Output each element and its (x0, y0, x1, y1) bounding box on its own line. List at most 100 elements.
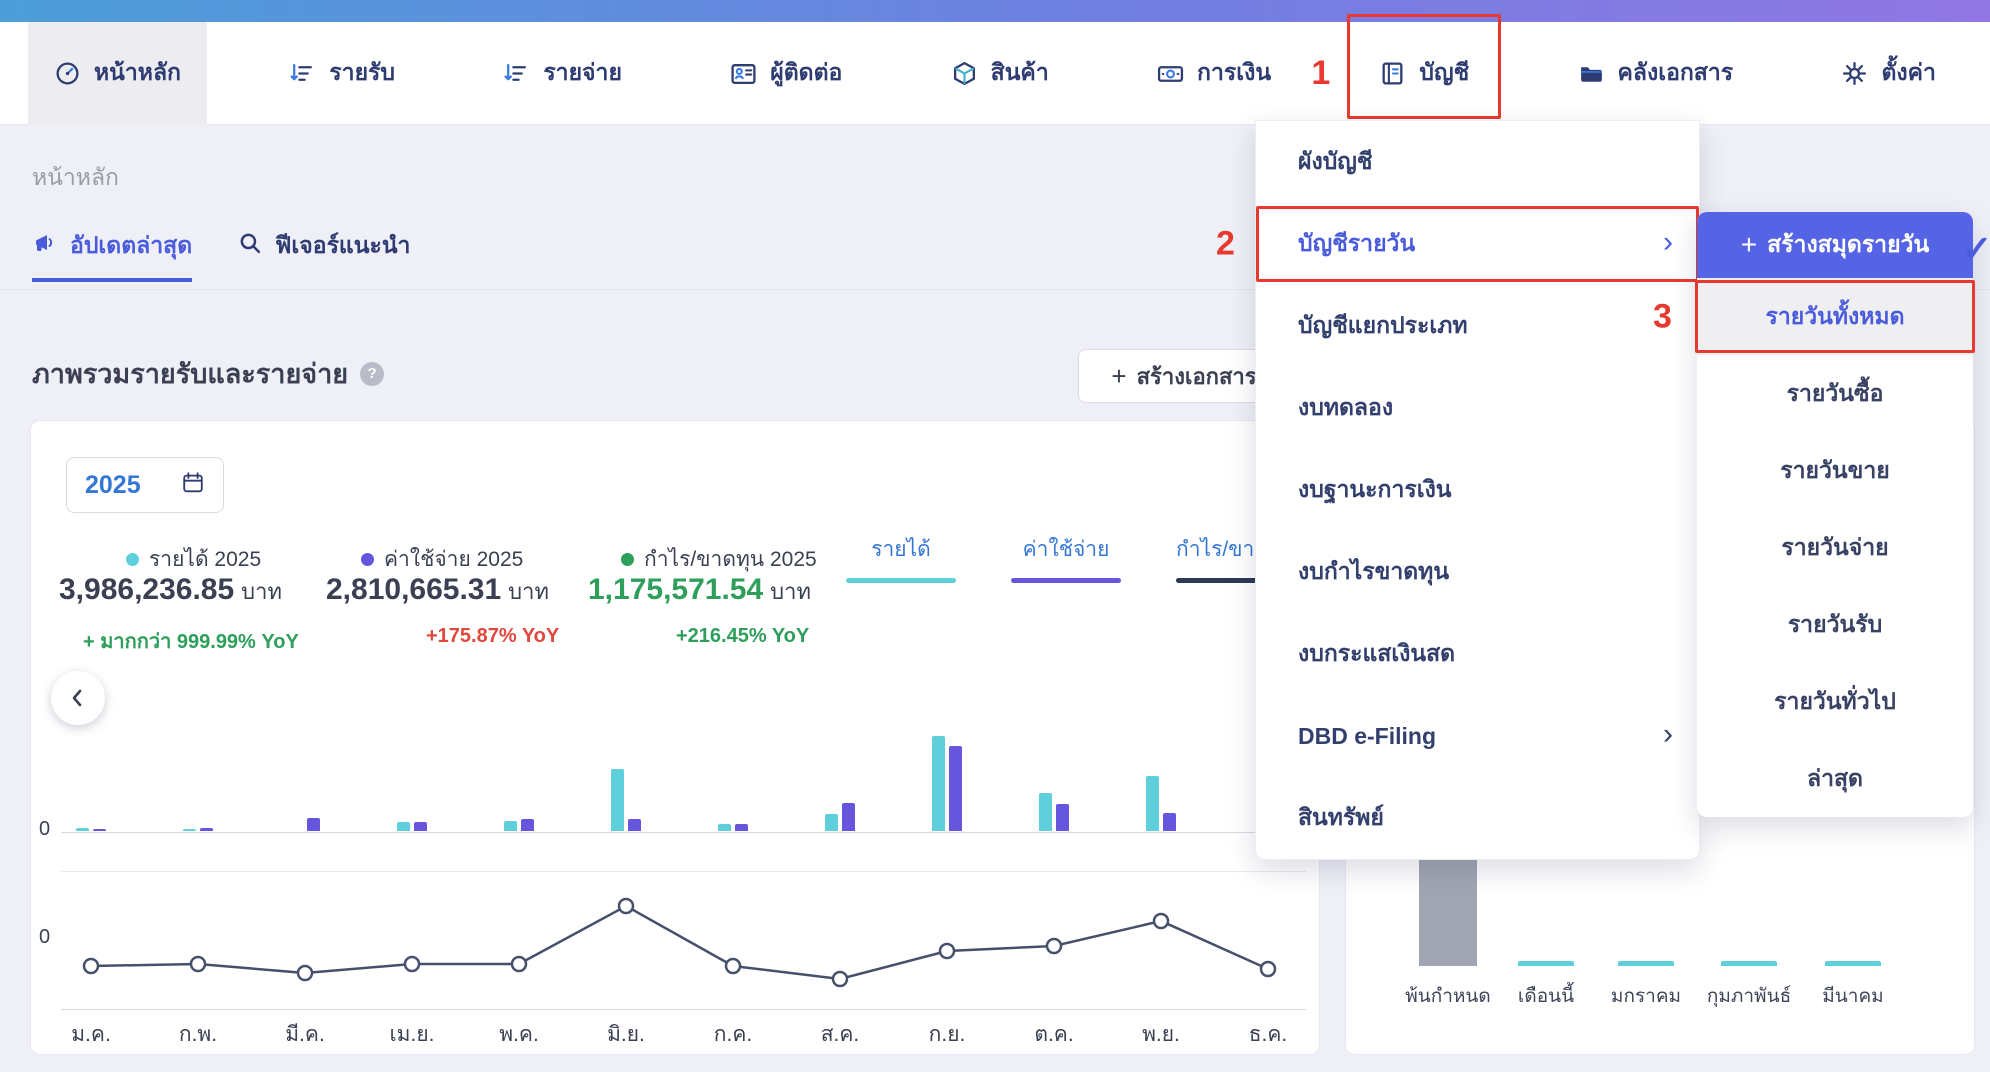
bar (521, 819, 534, 831)
submenu-item-payment-journal[interactable]: รายวันจ่าย (1697, 509, 1973, 586)
profit-line-svg (31, 851, 1321, 1021)
bar-zero-label: 0 (39, 818, 50, 841)
documents-folder-icon (1578, 60, 1605, 87)
profit-value: 1,175,571.54บาท (588, 573, 811, 609)
bar (1825, 961, 1881, 966)
submenu-item-label: รายวันจ่าย (1781, 530, 1888, 566)
overview-section-title: ภาพรวมรายรับและรายจ่าย ? (32, 352, 384, 395)
submenu-item-receipt-journal[interactable]: รายวันรับ (1697, 586, 1973, 663)
submenu-item-general-journal[interactable]: รายวันทั่วไป (1697, 663, 1973, 740)
menu-item-cash-flow[interactable]: งบกระแสเงินสด (1256, 613, 1699, 695)
tab-recommended-features[interactable]: ฟีเจอร์แนะนำ (238, 228, 410, 282)
tab-label: อัปเดตล่าสุด (70, 228, 192, 264)
nav-item-accounting[interactable]: บัญชี 1 (1353, 22, 1495, 125)
submenu-item-all-journals[interactable]: รายวันทั้งหมด 3 (1697, 278, 1973, 355)
legend-expense: ค่าใช้จ่าย 2025 (361, 543, 523, 576)
income-yoy: + มากกว่า 999.99% YoY (83, 625, 299, 657)
chart-prev-button[interactable] (51, 671, 105, 725)
menu-item-assets[interactable]: สินทรัพย์ (1256, 777, 1699, 859)
bar (842, 803, 855, 831)
submenu-item-label: ล่าสุด (1807, 761, 1863, 797)
bar (414, 822, 427, 831)
help-icon[interactable]: ? (360, 362, 384, 386)
submenu-item-latest[interactable]: ล่าสุด (1697, 740, 1973, 817)
bar (1618, 961, 1674, 966)
menu-item-trial-balance[interactable]: งบทดลอง (1256, 367, 1699, 449)
menu-item-profit-loss[interactable]: งบกำไรขาดทุน (1256, 531, 1699, 613)
settings-gear-icon (1841, 60, 1868, 87)
chevron-right-icon: › (1663, 226, 1673, 260)
menu-item-daily-journal[interactable]: บัญชีรายวัน › 2 (1256, 203, 1699, 285)
nav-item-settings[interactable]: ตั้งค่า (1815, 22, 1961, 125)
menu-item-label: สินทรัพย์ (1298, 800, 1384, 836)
month-label: ม.ค. (51, 1018, 131, 1051)
menu-item-financial-position[interactable]: งบฐานะการเงิน (1256, 449, 1699, 531)
expense-yoy: +175.87% YoY (426, 625, 559, 648)
series-tab-label: รายได้ (871, 538, 931, 561)
nav-label: ผู้ติดต่อ (770, 55, 842, 91)
nav-label: รายรับ (329, 55, 395, 91)
nav-item-income[interactable]: รายรับ (263, 22, 421, 125)
nav-item-expense[interactable]: รายจ่าย (477, 22, 648, 125)
nav-label: คลังเอกสาร (1618, 55, 1734, 91)
accounting-book-icon (1379, 60, 1406, 87)
mini-month-label: มีนาคม (1793, 981, 1913, 1011)
legend-label: ค่าใช้จ่าย 2025 (384, 543, 523, 576)
series-tab-expense[interactable]: ค่าใช้จ่าย (1011, 533, 1121, 583)
income-sort-icon (289, 60, 316, 87)
breadcrumb: หน้าหลัก (32, 160, 119, 196)
menu-item-label: งบฐานะการเงิน (1298, 472, 1452, 508)
submenu-item-sales-journal[interactable]: รายวันขาย (1697, 432, 1973, 509)
year-selector[interactable]: 2025 (66, 457, 224, 513)
nav-label: รายจ่าย (543, 55, 622, 91)
check-icon: ✓ (1962, 228, 1990, 270)
nav-item-contacts[interactable]: ผู้ติดต่อ (704, 22, 868, 125)
submenu-item-purchase-journal[interactable]: รายวันซื้อ (1697, 355, 1973, 432)
bar-axis-line (61, 832, 1306, 833)
expense-value: 2,810,665.31บาท (326, 573, 549, 609)
bar (76, 828, 89, 831)
month-label: พ.ย. (1121, 1018, 1201, 1051)
menu-item-dbd-efiling[interactable]: DBD e-Filing › (1256, 695, 1699, 777)
nav-label: หน้าหลัก (94, 55, 181, 91)
main-nav: หน้าหลัก รายรับ รายจ่าย ผู้ติดต่อ สินค้า (0, 22, 1990, 125)
line-axis-line (61, 1009, 1306, 1010)
bar (93, 829, 106, 831)
month-labels: ม.ค.ก.พ.มี.ค.เม.ย.พ.ค.มิ.ย.ก.ค.ส.ค.ก.ย.ต… (31, 1018, 1321, 1048)
income-dot (126, 553, 139, 566)
nav-item-products[interactable]: สินค้า (925, 22, 1075, 125)
bar (307, 818, 320, 831)
annotation-step-2: 2 (1216, 225, 1235, 264)
bar (949, 746, 962, 831)
bar (200, 828, 213, 831)
create-journal-label: สร้างสมุดรายวัน (1767, 227, 1929, 263)
annotation-step-3: 3 (1653, 297, 1672, 336)
contacts-icon (730, 60, 757, 87)
top-gradient-strip (0, 0, 1990, 22)
tab-latest-updates[interactable]: อัปเดตล่าสุด (32, 228, 192, 282)
plus-icon: + (1111, 361, 1126, 392)
bar (504, 821, 517, 831)
bar (1518, 961, 1574, 966)
bar (1163, 813, 1176, 831)
series-tab-income[interactable]: รายได้ (846, 533, 956, 583)
nav-item-home[interactable]: หน้าหลัก (28, 22, 207, 125)
nav-item-documents[interactable]: คลังเอกสาร (1552, 22, 1760, 125)
plus-icon: + (1741, 229, 1757, 261)
create-journal-button[interactable]: + สร้างสมุดรายวัน (1697, 212, 1973, 278)
nav-label: สินค้า (991, 55, 1049, 91)
menu-item-general-ledger[interactable]: บัญชีแยกประเภท (1256, 285, 1699, 367)
menu-item-chart-of-accounts[interactable]: ผังบัญชี (1256, 121, 1699, 203)
series-tabs: รายได้ ค่าใช้จ่าย กำไร/ขาดทุน (846, 533, 1286, 583)
bar (718, 824, 731, 831)
bar (932, 736, 945, 831)
month-label: ก.พ. (158, 1018, 238, 1051)
bar (1146, 776, 1159, 831)
expense-amount: 2,810,665.31 (326, 573, 501, 606)
mini-month-label: กุมภาพันธ์ (1689, 981, 1809, 1011)
expense-sort-icon (503, 60, 530, 87)
nav-item-finance[interactable]: การเงิน (1131, 22, 1297, 125)
finance-banknote-icon (1157, 60, 1184, 87)
bar (628, 819, 641, 831)
calendar-icon (181, 471, 205, 500)
